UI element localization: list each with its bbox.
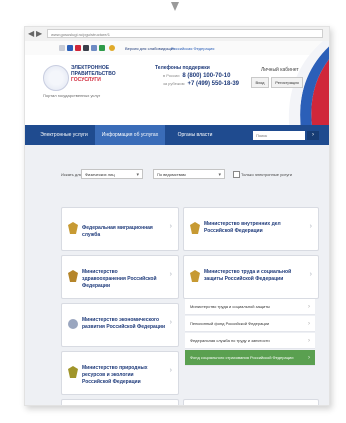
emblem-icon <box>190 270 200 282</box>
site-icon[interactable] <box>99 45 105 51</box>
support-phone: за рубежом +7 (499) 550-18-39 <box>163 81 239 87</box>
chevron-right-icon: › <box>308 338 310 344</box>
address-bar: ◀ ▶ www.gosuslugi.ru/pgu/structure/1 <box>25 27 329 42</box>
card-title: Министерство внутренних дел Российской Ф… <box>204 221 281 234</box>
tab-authorities[interactable]: Органы власти <box>167 125 223 145</box>
authority-card[interactable]: Министерство природных ресурсов и эколог… <box>61 351 179 395</box>
emblem-icon <box>68 366 78 378</box>
emblem-icon <box>68 222 78 234</box>
chevron-down-icon: ▾ <box>218 172 221 178</box>
search-input[interactable] <box>253 131 305 140</box>
card-title: Министерство здравоохранения Российской … <box>82 269 157 289</box>
chevron-right-icon: › <box>169 319 172 326</box>
subitem-label: Пенсионный фонд Российской Федерации <box>190 321 270 326</box>
subitem-link-highlighted[interactable]: Фонд социального страхования Российской … <box>185 350 315 366</box>
phone-label: за рубежом <box>163 81 185 86</box>
authority-card[interactable]: Министерство здравоохранения Российской … <box>61 255 179 299</box>
authority-card-partial[interactable] <box>183 399 319 405</box>
emblem-icon <box>68 270 78 282</box>
card-title: Министерство труда и социальной защиты Р… <box>204 269 292 282</box>
subitem-link[interactable]: Пенсионный фонд Российской Федерации › <box>185 316 315 332</box>
subitem-label: Фонд социального страхования Российской … <box>190 355 294 360</box>
emblem-icon <box>68 319 78 329</box>
logo-tagline: Портал государственных услуг <box>43 93 101 98</box>
authority-card-expanded[interactable]: Министерство труда и социальной защиты Р… <box>183 255 319 299</box>
card-title: Министерство экономического развития Рос… <box>82 317 166 330</box>
site-icon[interactable] <box>91 45 97 51</box>
subitem-link[interactable]: Федеральная служба по труду и занятости › <box>185 333 315 349</box>
forward-button[interactable]: ▶ <box>36 30 42 38</box>
tab-services-info[interactable]: Информация об услугах <box>95 125 165 145</box>
browser-window: ◀ ▶ www.gosuslugi.ru/pgu/structure/1 Вер… <box>24 26 330 406</box>
subitem-link[interactable]: Министерство труда и социальной защиты › <box>185 299 315 315</box>
chevron-right-icon: › <box>169 367 172 374</box>
site-icon[interactable] <box>67 45 73 51</box>
phone-number: +7 (499) 550-18-39 <box>187 81 240 87</box>
phones-title: Телефоны поддержки <box>155 65 210 71</box>
cabinet-title: Личный кабинет <box>261 67 299 73</box>
chevron-right-icon: › <box>169 271 172 278</box>
accessibility-link[interactable]: Версия для слабовидящих <box>125 46 175 51</box>
site-icon[interactable] <box>83 45 89 51</box>
search-button[interactable]: › <box>307 131 319 140</box>
site-icon[interactable] <box>75 45 81 51</box>
chevron-right-icon: › <box>169 223 172 230</box>
checkbox-label: Только электронные услуги <box>241 172 293 177</box>
grouping-select[interactable]: По ведомствам ▾ <box>153 169 225 179</box>
back-button[interactable]: ◀ <box>28 30 34 38</box>
tab-electronic-services[interactable]: Электронные услуги <box>35 125 93 145</box>
subitem-label: Федеральная служба по труду и занятости <box>190 338 270 343</box>
filter-label: Искать для <box>61 172 82 177</box>
register-button[interactable]: Регистрация <box>271 77 303 88</box>
chevron-right-icon: › <box>308 304 310 310</box>
card-title: Федеральная миграционная служба <box>82 225 153 238</box>
url-field[interactable]: www.gosuslugi.ru/pgu/structure/1 <box>47 29 323 38</box>
authority-card-partial[interactable] <box>61 399 179 405</box>
card-title: Министерство природных ресурсов и эколог… <box>82 365 148 385</box>
site-icon[interactable] <box>59 45 65 51</box>
phone-label: в России <box>163 73 180 78</box>
authority-card[interactable]: Министерство внутренних дел Российской Ф… <box>183 207 319 251</box>
help-icon[interactable] <box>109 45 115 51</box>
region-link[interactable]: Российская Федерация <box>171 46 214 51</box>
electronic-only-checkbox[interactable] <box>233 171 240 178</box>
chevron-right-icon: › <box>308 321 310 327</box>
support-phone: в России 8 (800) 100-70-10 <box>163 73 230 79</box>
authority-card[interactable]: Министерство экономического развития Рос… <box>61 303 179 347</box>
emblem-icon <box>190 222 200 234</box>
select-value: По ведомствам <box>157 172 186 177</box>
login-button[interactable]: Вход <box>251 77 269 88</box>
logo-text[interactable]: ГОСУСЛУГИ <box>71 77 101 83</box>
audience-select[interactable]: Физических лиц ▾ <box>81 169 143 179</box>
subitem-label: Министерство труда и социальной защиты <box>190 304 270 309</box>
authority-card[interactable]: Федеральная миграционная служба › <box>61 207 179 251</box>
select-value: Физических лиц <box>85 172 115 177</box>
chevron-down-icon: ▾ <box>136 172 139 178</box>
chevron-right-icon: › <box>309 223 312 230</box>
phone-number: 8 (800) 100-70-10 <box>182 73 231 79</box>
chevron-right-icon: › <box>309 271 312 278</box>
chevron-right-icon: › <box>308 355 310 361</box>
pin-marker-icon <box>171 2 179 11</box>
emblem-logo-icon[interactable] <box>43 65 69 91</box>
